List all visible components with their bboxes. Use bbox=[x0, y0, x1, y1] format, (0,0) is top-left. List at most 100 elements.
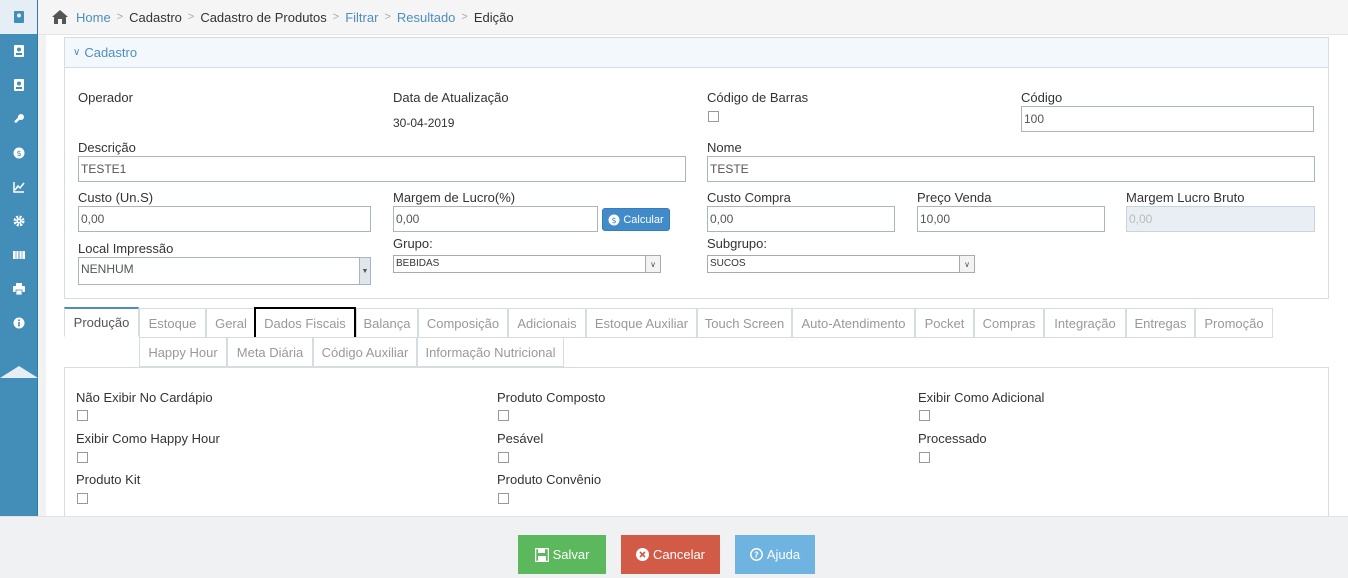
produto-composto-checkbox[interactable] bbox=[498, 410, 509, 421]
subgrupo-select[interactable]: SUCOS ∨ bbox=[707, 255, 975, 273]
printer-icon bbox=[12, 283, 25, 295]
margem-bruto-input bbox=[1126, 206, 1315, 232]
breadcrumb-separator-icon: > bbox=[332, 11, 340, 23]
save-label: Salvar bbox=[552, 547, 590, 562]
grupo-value: BEBIDAS bbox=[396, 258, 440, 269]
data-atualizacao-value: 30-04-2019 bbox=[393, 116, 455, 130]
sidebar-item-contacts[interactable] bbox=[0, 0, 37, 34]
codigo-barras-label: Código de Barras bbox=[707, 90, 809, 105]
save-button[interactable]: Salvar bbox=[518, 535, 606, 574]
floppy-disk-icon bbox=[534, 547, 549, 562]
tab-touch-screen[interactable]: Touch Screen bbox=[697, 308, 792, 338]
tab-integracao[interactable]: Integração bbox=[1044, 308, 1126, 338]
processado-label: Processado bbox=[918, 431, 987, 446]
custo-input[interactable] bbox=[78, 206, 371, 232]
sidebar-collapse-toggle[interactable] bbox=[0, 364, 38, 378]
local-impressao-select[interactable]: NENHUM ▼ bbox=[78, 257, 371, 285]
tab-estoque[interactable]: Estoque bbox=[139, 308, 206, 338]
sidebar: $ bbox=[0, 0, 38, 516]
grupo-label: Grupo: bbox=[393, 236, 433, 251]
tab-estoque-auxiliar[interactable]: Estoque Auxiliar bbox=[586, 308, 697, 338]
breadcrumb-filtrar[interactable]: Filtrar bbox=[345, 10, 378, 25]
exibir-happy-hour-checkbox[interactable] bbox=[77, 452, 88, 463]
nome-input[interactable] bbox=[707, 156, 1315, 182]
tab-geral[interactable]: Geral bbox=[206, 308, 256, 338]
exibir-como-adicional-checkbox[interactable] bbox=[919, 410, 930, 421]
tab-adicionais[interactable]: Adicionais bbox=[508, 308, 586, 338]
local-impressao-label: Local Impressão bbox=[78, 241, 174, 256]
tab-promocao[interactable]: Promoção bbox=[1195, 308, 1273, 338]
tab-codigo-auxiliar[interactable]: Código Auxiliar bbox=[313, 337, 417, 367]
exibir-como-adicional-label: Exibir Como Adicional bbox=[918, 390, 1045, 405]
contact-card-icon bbox=[13, 11, 24, 23]
cadastro-panel: ∨ Cadastro Operador Data de Atualização … bbox=[64, 37, 1329, 299]
sidebar-item-finance[interactable]: $ bbox=[0, 136, 37, 170]
local-impressao-value: NENHUM bbox=[81, 262, 134, 276]
contact-card-icon bbox=[13, 45, 24, 57]
tab-auto-atendimento[interactable]: Auto-Atendimento bbox=[792, 308, 915, 338]
tab-meta-diaria[interactable]: Meta Diária bbox=[227, 337, 313, 367]
margem-lucro-label: Margem de Lucro(%) bbox=[393, 190, 516, 205]
sidebar-item-print[interactable] bbox=[0, 272, 37, 306]
operador-label: Operador bbox=[78, 90, 133, 105]
pesavel-checkbox[interactable] bbox=[498, 452, 509, 463]
help-label: Ajuda bbox=[766, 547, 801, 562]
data-atualizacao-label: Data de Atualização bbox=[393, 90, 509, 105]
custo-compra-input[interactable] bbox=[707, 206, 895, 232]
exibir-happy-hour-label: Exibir Como Happy Hour bbox=[76, 431, 220, 446]
help-button[interactable]: ? Ajuda bbox=[735, 535, 815, 574]
breadcrumb-resultado[interactable]: Resultado bbox=[397, 10, 456, 25]
margem-bruto-label: Margem Lucro Bruto bbox=[1126, 190, 1245, 205]
contact-card-icon bbox=[13, 79, 24, 91]
codigo-label: Código bbox=[1021, 90, 1063, 105]
chevron-down-icon: ∨ bbox=[645, 256, 660, 272]
produto-convenio-checkbox[interactable] bbox=[498, 493, 509, 504]
produto-kit-checkbox[interactable] bbox=[77, 493, 88, 504]
help-circle-icon: ? bbox=[749, 548, 763, 561]
processado-checkbox[interactable] bbox=[919, 452, 930, 463]
descricao-label: Descrição bbox=[78, 140, 136, 155]
sidebar-item-info[interactable] bbox=[0, 306, 37, 340]
panel-header[interactable]: ∨ Cadastro bbox=[65, 38, 1328, 68]
tab-entregas[interactable]: Entregas bbox=[1126, 308, 1195, 338]
tab-pocket[interactable]: Pocket bbox=[915, 308, 974, 338]
tab-producao[interactable]: Produção bbox=[64, 307, 139, 337]
chevron-down-icon: ∨ bbox=[959, 256, 974, 272]
sidebar-item-reports[interactable] bbox=[0, 170, 37, 204]
codigo-barras-checkbox[interactable] bbox=[708, 111, 719, 122]
tab-composicao[interactable]: Composição bbox=[418, 308, 508, 338]
margem-lucro-input[interactable] bbox=[393, 206, 598, 232]
codigo-input[interactable] bbox=[1021, 106, 1314, 132]
preco-venda-input[interactable] bbox=[917, 206, 1105, 232]
info-circle-icon bbox=[13, 317, 24, 329]
sidebar-item-catalog[interactable] bbox=[0, 238, 37, 272]
breadcrumb-cadastro: Cadastro bbox=[129, 9, 182, 25]
nao-exibir-cardapio-checkbox[interactable] bbox=[77, 410, 88, 421]
tab-balanca[interactable]: Balança bbox=[356, 308, 418, 338]
tab-happy-hour[interactable]: Happy Hour bbox=[139, 337, 227, 367]
sidebar-item-cadastro[interactable] bbox=[0, 34, 37, 68]
tab-dados-fiscais[interactable]: Dados Fiscais bbox=[254, 307, 356, 340]
sidebar-item-contacts-2[interactable] bbox=[0, 68, 37, 102]
line-chart-icon bbox=[12, 182, 25, 193]
wrench-icon bbox=[13, 114, 24, 124]
breadcrumb-home[interactable]: Home bbox=[76, 10, 111, 25]
breadcrumb-separator-icon: > bbox=[116, 11, 124, 23]
pesavel-label: Pesável bbox=[497, 431, 544, 446]
cancel-button[interactable]: Cancelar bbox=[621, 535, 720, 574]
custo-label: Custo (Un.S) bbox=[78, 190, 154, 205]
breadcrumb-separator-icon: > bbox=[384, 11, 391, 23]
tab-compras[interactable]: Compras bbox=[974, 308, 1044, 338]
dollar-circle-icon: $ bbox=[13, 147, 24, 159]
grupo-select[interactable]: BEBIDAS ∨ bbox=[393, 255, 661, 273]
gear-icon bbox=[13, 215, 24, 227]
tab-informacao-nutricional[interactable]: Informação Nutricional bbox=[417, 337, 564, 367]
descricao-input[interactable] bbox=[78, 156, 686, 182]
calcular-button[interactable]: $ Calcular bbox=[602, 208, 670, 231]
produto-composto-label: Produto Composto bbox=[497, 390, 606, 405]
sidebar-item-tools[interactable] bbox=[0, 102, 37, 136]
home-icon[interactable] bbox=[52, 10, 68, 24]
breadcrumb: Home > Cadastro > Cadastro de Produtos >… bbox=[38, 0, 1348, 35]
sidebar-item-settings[interactable] bbox=[0, 204, 37, 238]
subgrupo-value: SUCOS bbox=[710, 258, 746, 269]
